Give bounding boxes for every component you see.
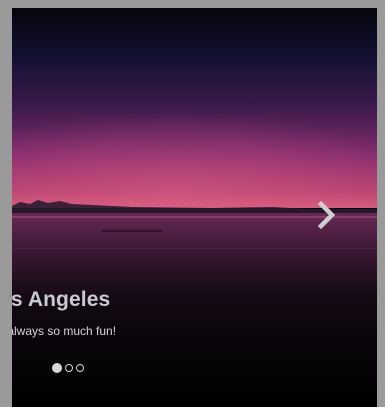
page-frame: os Angeles s always so much fun! xyxy=(0,0,385,407)
next-slide-button[interactable] xyxy=(314,200,340,230)
indicator-dot-3[interactable] xyxy=(76,364,84,372)
carousel-indicators xyxy=(52,363,84,373)
chevron-right-icon xyxy=(317,201,336,229)
image-carousel: os Angeles s always so much fun! xyxy=(12,8,377,407)
slide-title: os Angeles xyxy=(12,288,111,311)
indicator-dot-1[interactable] xyxy=(52,363,62,373)
slide-description: s always so much fun! xyxy=(12,324,117,338)
slide-caption: os Angeles s always so much fun! xyxy=(12,288,358,338)
indicator-dot-2[interactable] xyxy=(65,364,73,372)
